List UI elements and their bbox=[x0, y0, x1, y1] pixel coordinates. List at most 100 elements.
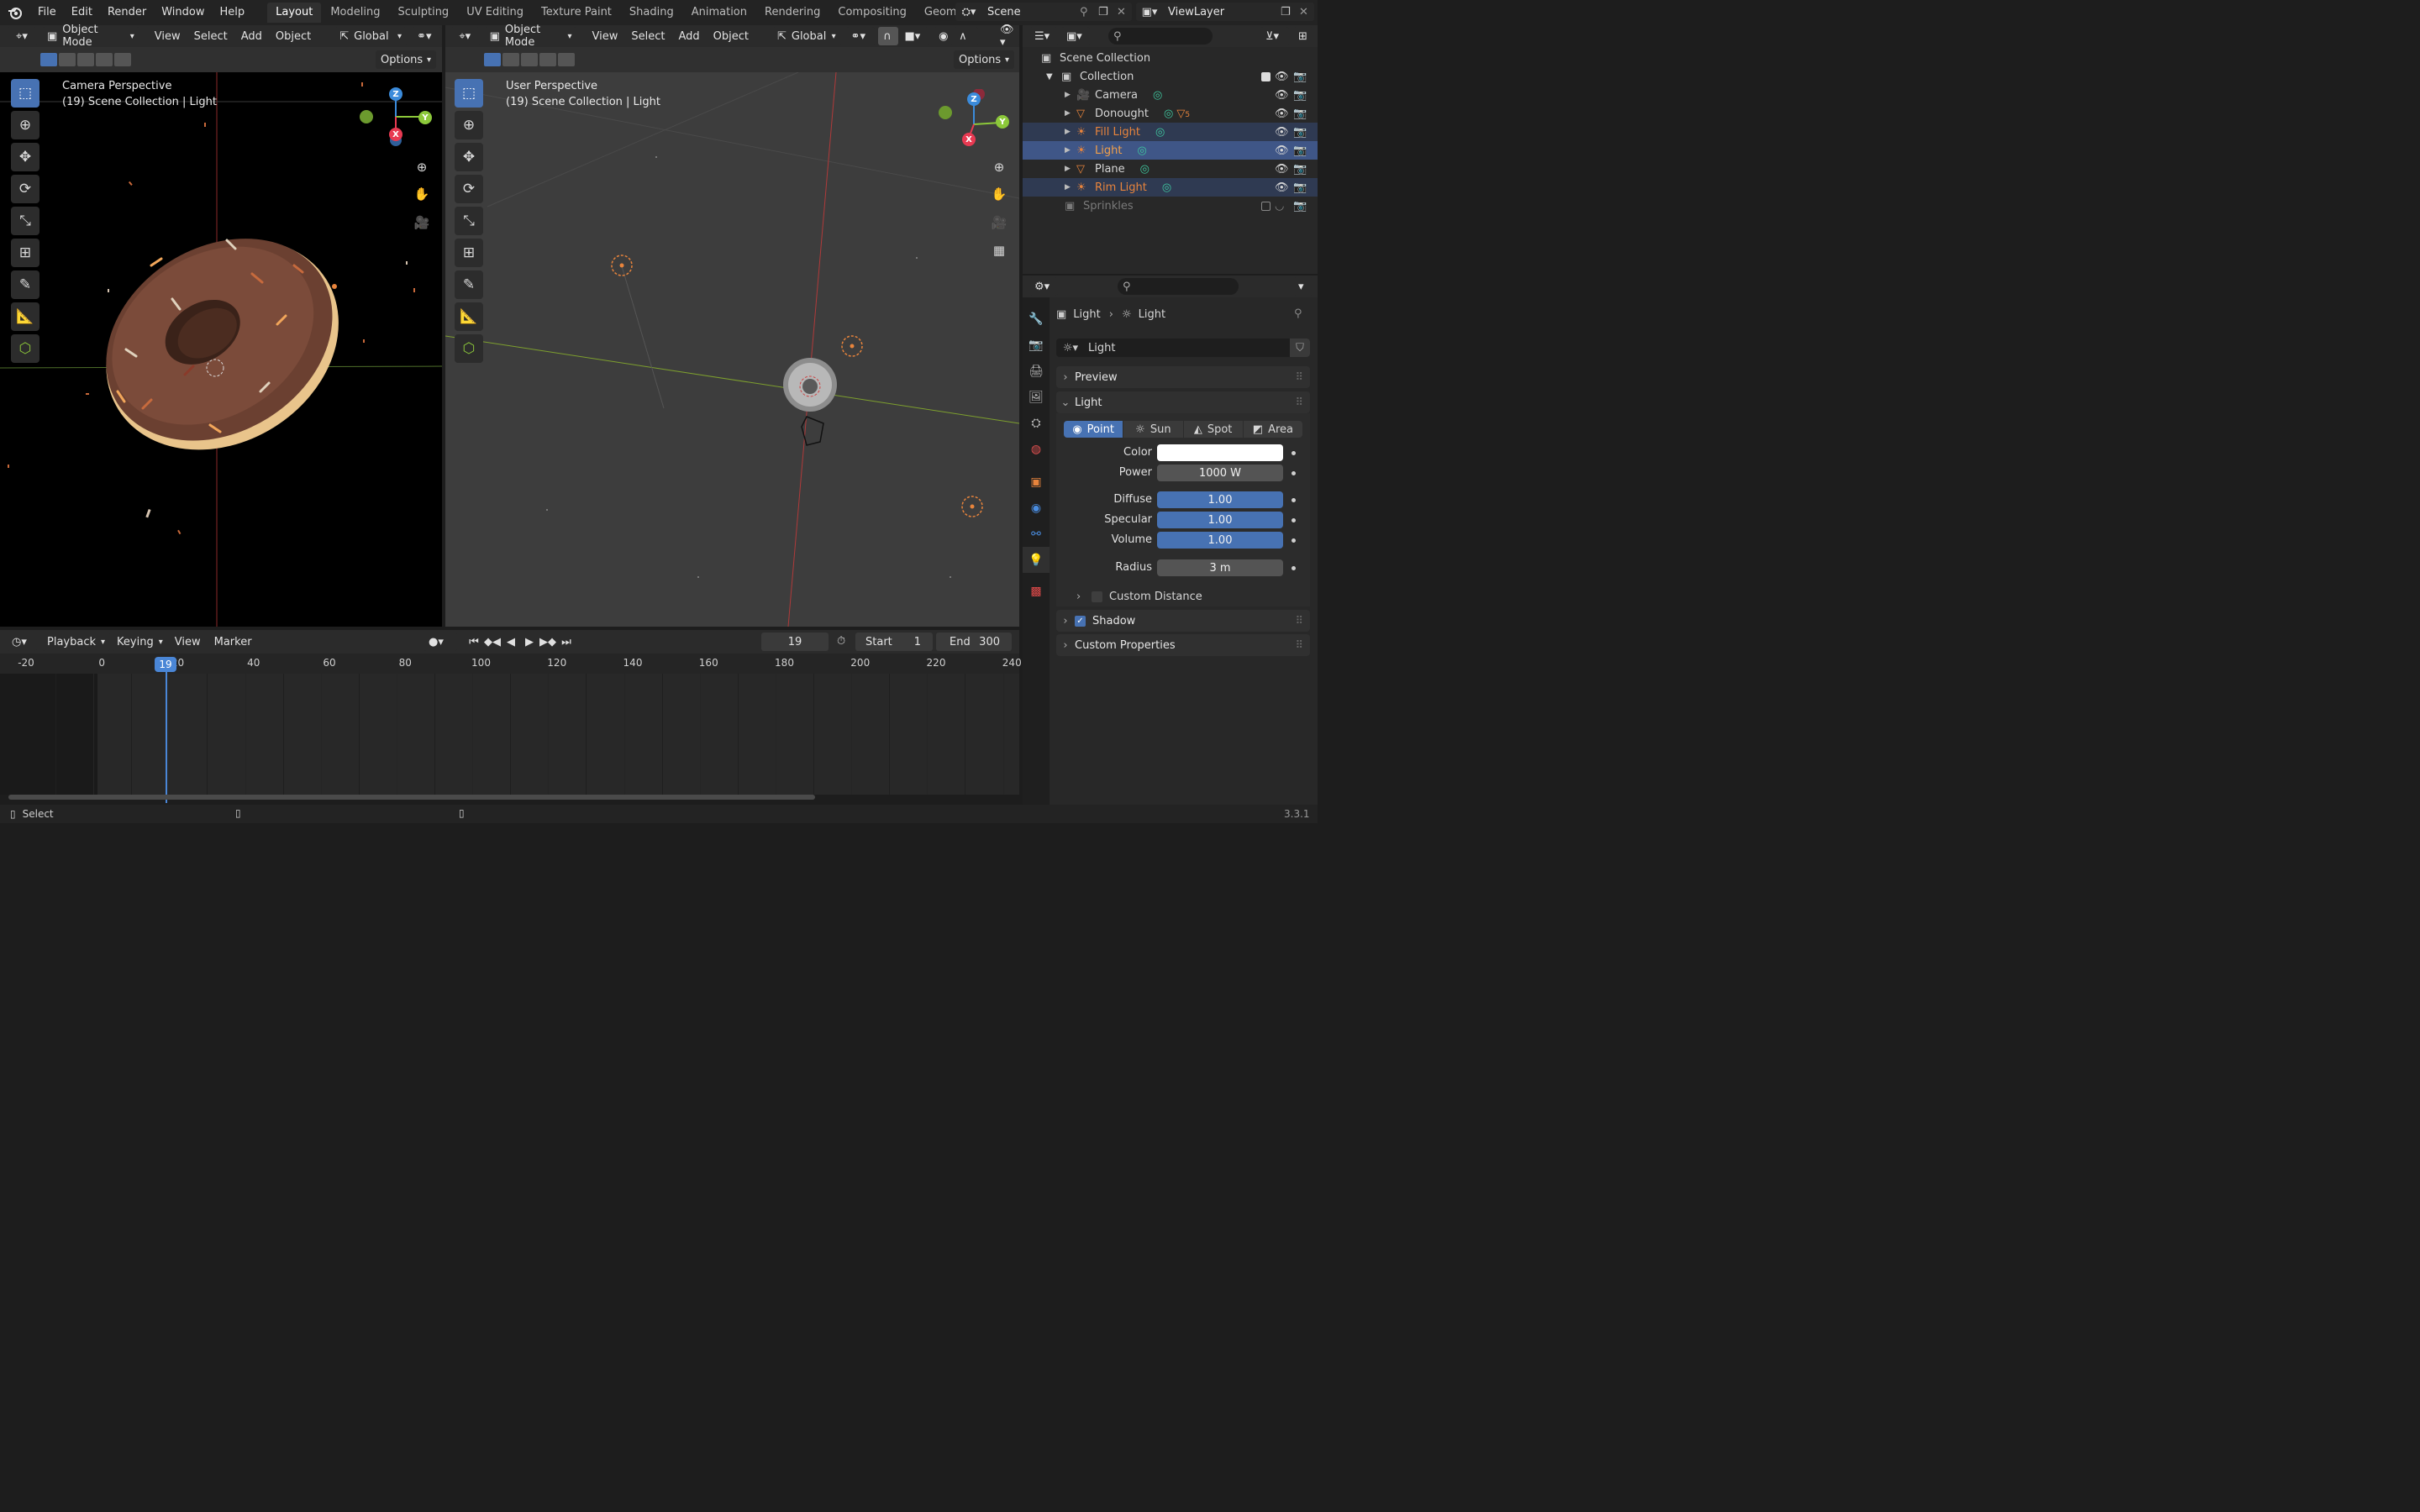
workspace-tab-rendering[interactable]: Rendering bbox=[756, 3, 829, 23]
stopwatch-icon[interactable]: ⏱ bbox=[837, 635, 845, 648]
camera-viewport[interactable]: ⬚ ⊕ ✥ ⟳ ⤡ ⊞ ✎ 📐 ⬡ Camera Perspective (19… bbox=[0, 72, 442, 627]
workspace-tab-modeling[interactable]: Modeling bbox=[322, 3, 388, 23]
fake-user-icon[interactable]: ⛉ bbox=[1290, 339, 1310, 357]
select-new-icon[interactable] bbox=[484, 53, 501, 66]
select-invert-icon[interactable] bbox=[96, 53, 113, 66]
outliner-row-camera[interactable]: ▶ 🎥 Camera ◎ 👁 📷 bbox=[1023, 86, 1318, 104]
light-type-sun[interactable]: ☼ Sun bbox=[1123, 421, 1183, 438]
jump-end-icon[interactable]: ⏭ bbox=[557, 636, 576, 648]
zoom-icon[interactable]: ⊕ bbox=[411, 156, 433, 178]
select-box-icon[interactable]: ⬚ bbox=[455, 79, 483, 108]
render-camera-icon[interactable]: 📷 bbox=[1293, 181, 1307, 194]
rotate-icon[interactable]: ⟳ bbox=[11, 175, 39, 203]
pivot-icon[interactable]: ⚭▾ bbox=[412, 27, 443, 45]
zoom-icon[interactable]: ⊕ bbox=[988, 156, 1010, 178]
pivot-icon[interactable]: ⚭▾ bbox=[845, 27, 876, 45]
select-intersect-icon[interactable] bbox=[558, 53, 575, 66]
pan-hand-icon[interactable]: ✋ bbox=[411, 183, 433, 205]
viewlayer-selector[interactable]: ▣▾ ViewLayer ❐ ✕ bbox=[1136, 3, 1314, 21]
new-collection-icon[interactable]: ⊞ bbox=[1293, 27, 1313, 45]
start-frame-field[interactable]: Start 1 bbox=[855, 633, 933, 651]
play-icon[interactable]: ▶ bbox=[520, 636, 539, 648]
shadow-panel-header[interactable]: › ✓ Shadow ⠿ bbox=[1056, 610, 1310, 632]
new-scene-icon[interactable]: ❐ bbox=[1098, 6, 1117, 18]
keyframe-dot-icon[interactable] bbox=[1292, 498, 1296, 502]
user-viewport[interactable]: ⬚ ⊕ ✥ ⟳ ⤡ ⊞ ✎ 📐 ⬡ User Perspective (19) … bbox=[445, 72, 1019, 627]
menu-add[interactable]: Add bbox=[234, 30, 269, 43]
workspace-tab-uv-editing[interactable]: UV Editing bbox=[458, 3, 532, 23]
physics-tab-icon[interactable]: ◉ bbox=[1023, 495, 1050, 521]
outliner-row-sprinkles[interactable]: ▣ Sprinkles ◡ 📷 bbox=[1023, 197, 1318, 215]
eye-closed-icon[interactable]: ◡ bbox=[1275, 200, 1284, 213]
frame-ruler[interactable]: -20 0 20 40 60 80 100 120 140 160 180 200 220 240 bbox=[0, 654, 1022, 674]
menu-marker[interactable]: Marker bbox=[208, 636, 259, 648]
playback-dropdown[interactable]: Playback ▾ bbox=[42, 633, 111, 651]
select-subtract-icon[interactable] bbox=[521, 53, 538, 66]
gizmo-x-icon[interactable]: X bbox=[389, 128, 402, 141]
keyframe-dot-icon[interactable] bbox=[1292, 518, 1296, 522]
drag-handle-icon[interactable]: ⠿ bbox=[1295, 371, 1303, 384]
render-tab-icon[interactable]: 📷 bbox=[1023, 332, 1050, 358]
expand-arrow-icon[interactable]: ▶ bbox=[1065, 183, 1076, 192]
play-reverse-icon[interactable]: ◀ bbox=[502, 636, 520, 648]
workspace-tab-sculpting[interactable]: Sculpting bbox=[389, 3, 457, 23]
render-camera-icon[interactable]: 📷 bbox=[1293, 126, 1307, 139]
outliner-row-scene-collection[interactable]: ▣ Scene Collection bbox=[1023, 49, 1318, 67]
volume-field[interactable]: 1.00 bbox=[1157, 532, 1283, 549]
cursor-icon[interactable]: ⊕ bbox=[455, 111, 483, 139]
eye-icon[interactable]: 👁 bbox=[1275, 126, 1289, 139]
expand-arrow-icon[interactable]: ▶ bbox=[1065, 109, 1076, 118]
light-type-area[interactable]: ◩ Area bbox=[1243, 421, 1302, 438]
gizmo-z-icon[interactable]: Z bbox=[389, 87, 402, 101]
filter-icon[interactable]: ⊻▾ bbox=[1260, 27, 1289, 45]
pin-icon[interactable]: ⚲ bbox=[1294, 307, 1302, 320]
menu-view[interactable]: View bbox=[168, 636, 208, 648]
editor-type-icon[interactable]: ☰▾ bbox=[1029, 27, 1058, 45]
scale-icon[interactable]: ⤡ bbox=[11, 207, 39, 235]
workspace-tab-compositing[interactable]: Compositing bbox=[829, 3, 915, 23]
render-camera-icon[interactable]: 📷 bbox=[1293, 163, 1307, 176]
view-layer-tab-icon[interactable]: 🖼 bbox=[1023, 384, 1050, 410]
outliner-row-fill-light[interactable]: ▶ ☀ Fill Light ◎ 👁 📷 bbox=[1023, 123, 1318, 141]
proportional-edit-icon[interactable]: ◉ bbox=[934, 27, 953, 45]
transform-orientation-dropdown[interactable]: ⇱ Global ▾ bbox=[771, 27, 841, 45]
expand-arrow-icon[interactable]: ▼ bbox=[1046, 72, 1061, 81]
custom-distance-subpanel[interactable]: › Custom Distance bbox=[1076, 588, 1202, 605]
close-icon[interactable]: ✕ bbox=[1117, 6, 1132, 18]
menu-view[interactable]: View bbox=[585, 30, 624, 43]
menu-file[interactable]: File bbox=[30, 0, 64, 25]
menu-render[interactable]: Render bbox=[100, 0, 154, 25]
camera-view-icon[interactable]: 🎥 bbox=[411, 212, 433, 234]
options-dropdown[interactable]: Options ▾ bbox=[376, 50, 436, 69]
menu-edit[interactable]: Edit bbox=[64, 0, 100, 25]
transform-orientation-dropdown[interactable]: ⇱ Global ▾ bbox=[334, 27, 408, 45]
options-dropdown[interactable]: Options ▾ bbox=[954, 50, 1014, 69]
render-camera-icon[interactable]: 📷 bbox=[1293, 71, 1307, 83]
specular-field[interactable]: 1.00 bbox=[1157, 512, 1283, 528]
workspace-tab-texture-paint[interactable]: Texture Paint bbox=[533, 3, 620, 23]
visibility-icon[interactable]: 👁▾ bbox=[995, 24, 1019, 49]
object-tab-icon[interactable]: ▣ bbox=[1023, 469, 1050, 495]
select-box-icon[interactable]: ⬚ bbox=[11, 79, 39, 108]
editor-type-icon[interactable]: ⌖▾ bbox=[450, 27, 480, 45]
scale-icon[interactable]: ⤡ bbox=[455, 207, 483, 235]
viewlayer-name[interactable]: ViewLayer bbox=[1163, 6, 1281, 18]
drag-handle-icon[interactable]: ⠿ bbox=[1295, 396, 1303, 409]
eye-icon[interactable]: 👁 bbox=[1275, 108, 1289, 120]
options-chevron-icon[interactable]: ▾ bbox=[1293, 277, 1313, 296]
cursor-icon[interactable]: ⊕ bbox=[11, 111, 39, 139]
select-extend-icon[interactable] bbox=[502, 53, 519, 66]
texture-tab-icon[interactable]: ▩ bbox=[1023, 578, 1050, 604]
expand-arrow-icon[interactable]: ▶ bbox=[1065, 128, 1076, 136]
keyframe-dot-icon[interactable] bbox=[1292, 451, 1296, 455]
light-type-spot[interactable]: ◭ Spot bbox=[1183, 421, 1243, 438]
playhead-line[interactable] bbox=[166, 664, 167, 803]
light-data-tab-icon[interactable]: 💡 bbox=[1023, 547, 1050, 573]
menu-select[interactable]: Select bbox=[624, 30, 671, 43]
jump-start-icon[interactable]: ⏮ bbox=[465, 636, 483, 648]
exclude-checkbox[interactable] bbox=[1261, 71, 1270, 81]
add-cube-icon[interactable]: ⬡ bbox=[11, 334, 39, 363]
select-extend-icon[interactable] bbox=[59, 53, 76, 66]
render-camera-icon[interactable]: 📷 bbox=[1293, 144, 1307, 157]
menu-help[interactable]: Help bbox=[213, 0, 253, 25]
